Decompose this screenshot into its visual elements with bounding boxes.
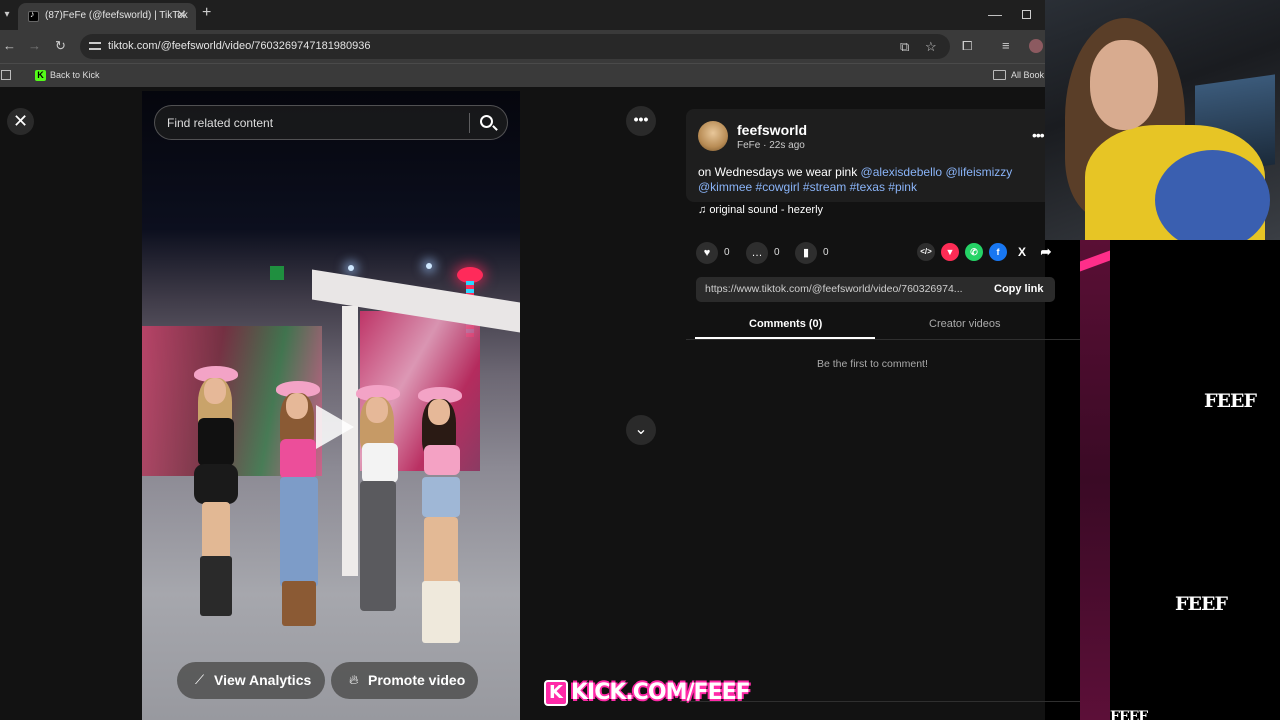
flame-icon: 🔥︎ (349, 672, 359, 687)
ceiling-light (426, 263, 432, 269)
share-arrow-icon[interactable]: ➦ (1037, 243, 1055, 261)
hashtag-link[interactable]: #cowgirl (756, 180, 800, 194)
webcam-overlay (1045, 0, 1280, 240)
post-info: feefsworld FeFe · 22s ago ••• on Wednesd… (686, 109, 1045, 216)
forward-icon[interactable]: → (28, 38, 41, 53)
tab-title: (87)FeFe (@feefsworld) | TikTok (45, 10, 188, 21)
tab-comments[interactable]: Comments (0) (749, 318, 822, 330)
tiktok-favicon-icon (28, 9, 39, 22)
install-app-icon[interactable]: ⧉ (900, 39, 909, 55)
feef-logo: FEEF (1204, 390, 1257, 412)
sound-label: original sound - hezerly (709, 204, 824, 216)
caption-text: on Wednesdays we wear pink (698, 165, 858, 179)
hashtag-link[interactable]: #pink (888, 180, 917, 194)
sound-link[interactable]: ♫ original sound - hezerly (698, 204, 823, 216)
caption: on Wednesdays we wear pink @alexisdebell… (698, 165, 1038, 195)
search-icon[interactable] (480, 115, 493, 128)
feef-logo: FEEF (1110, 709, 1148, 720)
hashtag-link[interactable]: #texas (850, 180, 885, 194)
empty-comments-message: Be the first to comment! (817, 358, 928, 370)
address-toolbar: ← → ↻ tiktok.com/@feefsworld/video/76032… (0, 30, 1045, 63)
streamer-blanket (1155, 150, 1270, 240)
avatar[interactable] (698, 121, 728, 151)
tiktok-page: ✕ Find related content ⟋ View Analytics … (0, 87, 1080, 720)
folder-icon (993, 70, 1006, 80)
facebook-icon[interactable]: f (989, 243, 1007, 261)
mention-link[interactable]: @lifeismizzy (945, 165, 1012, 179)
view-analytics-button[interactable]: ⟋ View Analytics (177, 662, 325, 699)
new-tab-icon[interactable]: + (202, 4, 211, 22)
streamer-face (1090, 40, 1158, 130)
video-player[interactable]: ☝ (142, 91, 520, 720)
maximize-icon[interactable] (1022, 10, 1031, 19)
tab-creator-videos[interactable]: Creator videos (929, 318, 1001, 330)
save-count: 0 (823, 247, 829, 258)
promote-video-button[interactable]: 🔥︎ Promote video (331, 662, 478, 699)
bookmark-icon: ▮ (795, 242, 817, 264)
back-icon[interactable]: ← (3, 38, 16, 53)
extensions-icon[interactable]: ⧠ (962, 38, 972, 54)
search-input[interactable]: Find related content (167, 116, 273, 130)
search-divider (469, 113, 470, 133)
hashtag-link[interactable]: #stream (803, 180, 846, 194)
tab-search-icon[interactable]: ▾ (0, 6, 14, 24)
profile-avatar[interactable] (1029, 39, 1043, 53)
reload-icon[interactable]: ↻ (55, 38, 66, 54)
comment-tabs: Comments (0) Creator videos (686, 313, 1080, 340)
tiktok-share-icon[interactable]: ▼ (941, 243, 959, 261)
comment-count: 0 (774, 247, 780, 258)
exit-sign (270, 266, 284, 280)
share-link-text: https://www.tiktok.com/@feefsworld/video… (705, 283, 963, 295)
x-icon[interactable]: X (1013, 243, 1031, 261)
username[interactable]: feefsworld (737, 122, 807, 138)
post-subline: FeFe · 22s ago (737, 140, 805, 151)
like-count: 0 (724, 247, 730, 258)
site-settings-icon[interactable] (89, 40, 101, 52)
promote-video-label: Promote video (368, 672, 466, 688)
kick-url-text: KICK.COM/FEEF (571, 680, 751, 705)
kick-logo-icon: K (544, 680, 568, 706)
screen: ▾ (87)FeFe (@feefsworld) | TikTok ✕ + — … (0, 0, 1280, 720)
chevron-down-icon[interactable]: ⌄ (626, 415, 656, 445)
copy-link-button[interactable]: Copy link (994, 283, 1044, 295)
apps-grid-icon[interactable] (1, 70, 11, 80)
embed-icon[interactable]: </> (917, 243, 935, 261)
view-analytics-label: View Analytics (214, 672, 312, 688)
media-controls-icon[interactable]: ≡ (1002, 38, 1010, 53)
mention-link[interactable]: @alexisdebello (861, 165, 943, 179)
tab-close-icon[interactable]: ✕ (176, 7, 187, 23)
minimize-icon[interactable]: — (988, 6, 1002, 22)
star-icon[interactable]: ☆ (925, 39, 937, 55)
whatsapp-icon[interactable]: ✆ (965, 243, 983, 261)
chart-icon: ⟋ (195, 672, 205, 687)
bookmark-back-to-kick[interactable]: Back to Kick (50, 70, 100, 80)
feef-logo: FEEF (1175, 593, 1228, 615)
mention-link[interactable]: @kimmee (698, 180, 752, 194)
bookmarks-bar: K Back to Kick All Book (0, 63, 1045, 87)
music-note-icon: ♫ (698, 204, 707, 216)
post-more-icon[interactable]: ••• (1032, 127, 1045, 143)
stream-side-panel: FEEF FEEF FEEF (1080, 240, 1280, 720)
play-icon[interactable] (316, 405, 354, 449)
more-icon[interactable]: ••• (626, 106, 656, 136)
comment-icon: … (746, 242, 768, 264)
share-link-field[interactable]: https://www.tiktok.com/@feefsworld/video… (696, 277, 1055, 302)
browser-tab-bar: ▾ (87)FeFe (@feefsworld) | TikTok ✕ + — (0, 0, 1045, 30)
close-icon[interactable]: ✕ (7, 108, 34, 135)
all-bookmarks-button[interactable]: All Book (1011, 70, 1044, 80)
heart-icon: ♥ (696, 242, 718, 264)
url-text: tiktok.com/@feefsworld/video/76032697471… (108, 40, 371, 52)
kick-favicon-icon: K (35, 70, 46, 81)
url-field[interactable]: tiktok.com/@feefsworld/video/76032697471… (80, 34, 950, 59)
pink-stripe (1080, 240, 1110, 720)
search-bar[interactable]: Find related content (154, 105, 508, 140)
active-tab-indicator (695, 337, 875, 339)
browser-tab[interactable]: (87)FeFe (@feefsworld) | TikTok ✕ (18, 3, 196, 30)
ceiling-light (348, 265, 354, 271)
